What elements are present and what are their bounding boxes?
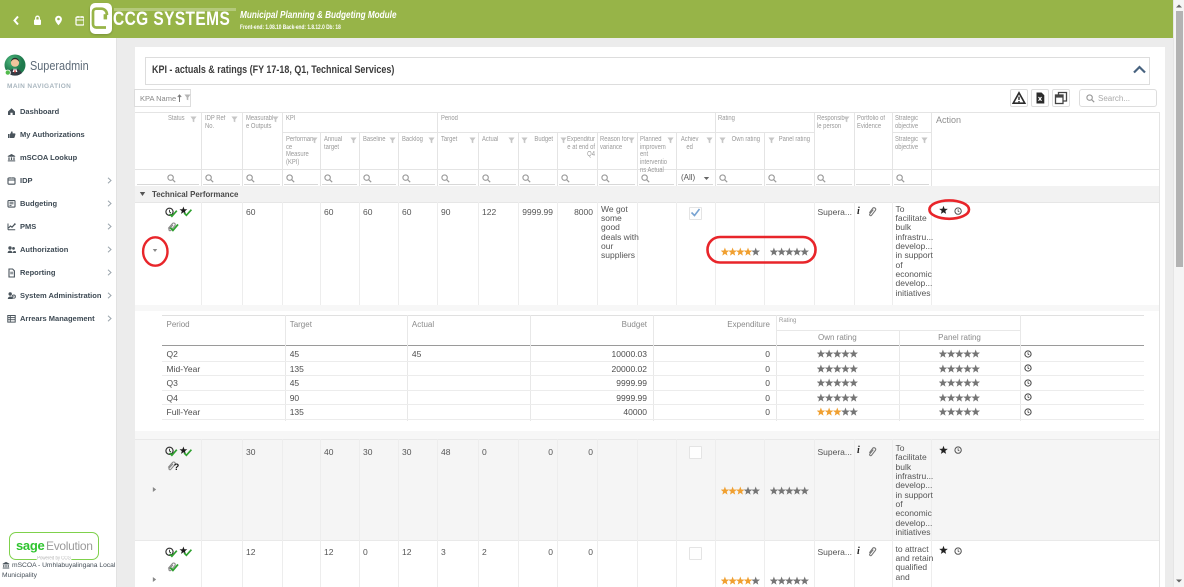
- svg-text:?: ?: [174, 462, 180, 472]
